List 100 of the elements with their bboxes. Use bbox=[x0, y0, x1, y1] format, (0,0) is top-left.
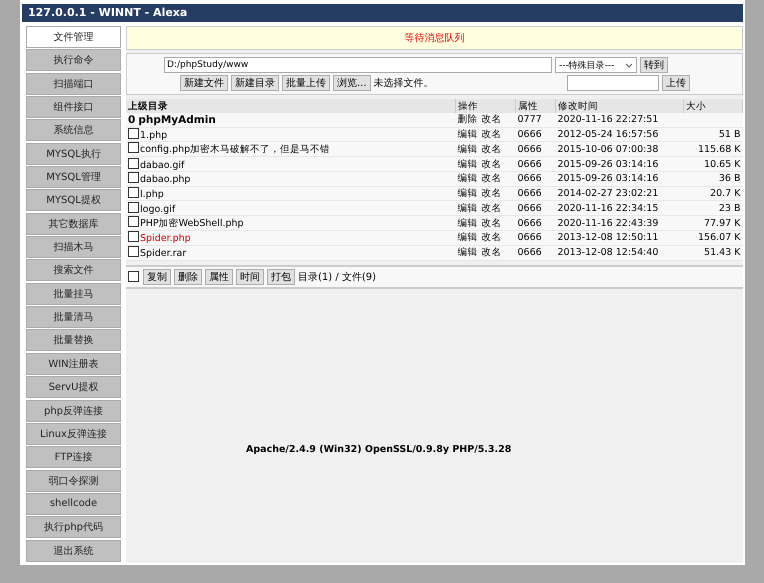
file-link[interactable]: dabao.php bbox=[140, 174, 190, 186]
action-link[interactable]: 改名 bbox=[482, 246, 502, 260]
file-checkbox[interactable] bbox=[128, 128, 139, 140]
permission-cell: 0666 bbox=[518, 144, 542, 155]
sidebar-item[interactable]: php反弹连接 bbox=[26, 400, 121, 422]
sidebar-item[interactable]: MYSQL执行 bbox=[26, 142, 121, 165]
upload-button[interactable]: 上传 bbox=[662, 75, 690, 91]
modified-time: 2015-10-06 07:00:38 bbox=[558, 144, 658, 155]
action-button[interactable]: 删除 bbox=[174, 268, 202, 284]
permission-cell: 0777 bbox=[518, 114, 542, 126]
server-info: Apache/2.4.9 (Win32) OpenSSL/0.9.8y PHP/5.3.28 bbox=[245, 444, 512, 454]
action-link[interactable]: 改名 bbox=[482, 231, 502, 244]
sidebar-item[interactable]: 扫描端口 bbox=[26, 72, 121, 95]
sidebar-item[interactable]: MYSQL提权 bbox=[26, 189, 121, 212]
action-button[interactable]: 打包 bbox=[267, 268, 295, 284]
action-link[interactable]: 改名 bbox=[482, 187, 502, 200]
file-link[interactable]: PHP加密WebShell.php bbox=[140, 217, 244, 230]
action-link[interactable]: 改名 bbox=[482, 172, 502, 186]
sidebar-item[interactable]: 退出系统 bbox=[26, 540, 121, 562]
file-size: 77.97 K bbox=[704, 218, 740, 229]
file-link[interactable]: Spider.rar bbox=[140, 248, 186, 260]
action-link[interactable]: 改名 bbox=[482, 128, 502, 142]
browse-button[interactable]: 浏览... bbox=[333, 75, 371, 91]
action-link[interactable]: 编辑 bbox=[458, 158, 478, 171]
chevron-icon bbox=[625, 62, 633, 68]
file-checkbox[interactable] bbox=[128, 216, 139, 228]
sidebar-item[interactable]: Linux反弹连接 bbox=[26, 422, 121, 445]
file-link[interactable]: l.php bbox=[140, 189, 164, 200]
file-checkbox[interactable] bbox=[128, 158, 139, 169]
sidebar-item[interactable]: 其它数据库 bbox=[26, 212, 121, 235]
sidebar-item[interactable]: shellcode bbox=[26, 492, 121, 515]
sidebar-item[interactable]: MYSQL管理 bbox=[26, 166, 121, 188]
action-link[interactable]: 改名 bbox=[482, 113, 502, 126]
modified-time: 2012-05-24 16:57:56 bbox=[558, 129, 658, 140]
column-header: 操作 bbox=[456, 99, 516, 113]
permission-cell: 0666 bbox=[518, 129, 542, 140]
sidebar-item[interactable]: 执行php代码 bbox=[26, 516, 121, 538]
file-link[interactable]: 1.php bbox=[140, 130, 168, 142]
file-status-text: 未选择文件。 bbox=[374, 76, 434, 90]
file-link[interactable]: Spider.php bbox=[140, 233, 191, 244]
action-link[interactable]: 编辑 bbox=[458, 216, 478, 230]
file-checkbox[interactable] bbox=[128, 142, 139, 154]
action-button[interactable]: 属性 bbox=[205, 268, 233, 284]
folder-link[interactable]: phpMyAdmin bbox=[138, 114, 216, 126]
file-size: 23 B bbox=[718, 202, 740, 214]
summary-text: 目录(1) / 文件(9) bbox=[298, 270, 376, 284]
select-all-checkbox[interactable] bbox=[128, 271, 139, 282]
file-checkbox[interactable] bbox=[128, 187, 139, 198]
file-size: 51 B bbox=[718, 129, 740, 140]
sidebar-item[interactable]: 批量清马 bbox=[26, 306, 121, 328]
modified-time: 2014-02-27 23:02:21 bbox=[558, 188, 658, 200]
permission-cell: 0666 bbox=[518, 173, 542, 184]
permission-cell: 0666 bbox=[518, 188, 542, 200]
action-link[interactable]: 删除 bbox=[458, 113, 478, 126]
sidebar-item[interactable]: 扫描木马 bbox=[26, 236, 121, 258]
action-link[interactable]: 编辑 bbox=[458, 202, 478, 215]
action-link[interactable]: 编辑 bbox=[458, 246, 478, 260]
sidebar-item[interactable]: ServU提权 bbox=[26, 376, 121, 398]
file-checkbox[interactable] bbox=[128, 231, 139, 242]
action-link[interactable]: 编辑 bbox=[458, 187, 478, 200]
toolbar-button[interactable]: 新建目录 bbox=[231, 75, 279, 91]
sidebar-item[interactable]: FTP连接 bbox=[26, 446, 121, 468]
modified-time: 2015-09-26 03:14:16 bbox=[558, 158, 658, 170]
column-header: 属性 bbox=[516, 99, 556, 113]
sidebar-item[interactable]: 文件管理 bbox=[26, 26, 121, 48]
action-link[interactable]: 编辑 bbox=[458, 231, 478, 244]
action-link[interactable]: 改名 bbox=[482, 216, 502, 230]
upload-name-field[interactable] bbox=[567, 75, 659, 91]
action-link[interactable]: 编辑 bbox=[458, 128, 478, 142]
action-link[interactable]: 编辑 bbox=[458, 172, 478, 186]
file-link[interactable]: config.php加密木马破解不了，但是马不错 bbox=[140, 143, 330, 156]
file-checkbox[interactable] bbox=[128, 172, 139, 184]
sidebar-item[interactable]: 搜索文件 bbox=[26, 259, 121, 282]
sidebar-item[interactable]: 组件接口 bbox=[26, 96, 121, 118]
action-link[interactable]: 改名 bbox=[482, 142, 502, 156]
permission-cell: 0666 bbox=[518, 218, 542, 229]
file-checkbox[interactable] bbox=[128, 246, 139, 258]
column-header[interactable]: 上级目录 bbox=[126, 99, 456, 113]
go-button[interactable]: 转到 bbox=[640, 57, 668, 73]
sidebar-item[interactable]: WIN注册表 bbox=[26, 352, 121, 375]
action-link[interactable]: 改名 bbox=[482, 202, 502, 215]
path-field[interactable]: D:/phpStudy/www bbox=[164, 57, 552, 73]
file-link[interactable]: dabao.gif bbox=[140, 160, 184, 171]
action-button[interactable]: 时间 bbox=[236, 268, 264, 284]
toolbar-button[interactable]: 新建文件 bbox=[180, 75, 228, 91]
special-dir-dropdown[interactable]: ---特殊目录--- bbox=[555, 57, 637, 73]
sidebar-item[interactable]: 弱口令探测 bbox=[26, 470, 121, 492]
sidebar-item[interactable]: 执行命令 bbox=[26, 49, 121, 72]
file-checkbox[interactable] bbox=[128, 202, 139, 213]
sidebar-item[interactable]: 批量挂马 bbox=[26, 282, 121, 305]
toolbar-button[interactable]: 批量上传 bbox=[282, 75, 330, 91]
action-button[interactable]: 复制 bbox=[143, 268, 171, 284]
action-link[interactable]: 改名 bbox=[482, 158, 502, 171]
file-link[interactable]: logo.gif bbox=[140, 204, 176, 215]
sidebar-item[interactable]: 批量替换 bbox=[26, 329, 121, 352]
sidebar-item[interactable]: 系统信息 bbox=[26, 119, 121, 142]
permission-cell: 0666 bbox=[518, 158, 542, 170]
permission-cell: 0666 bbox=[518, 232, 542, 244]
action-link[interactable]: 编辑 bbox=[458, 142, 478, 156]
column-header: 大小 bbox=[684, 99, 742, 113]
